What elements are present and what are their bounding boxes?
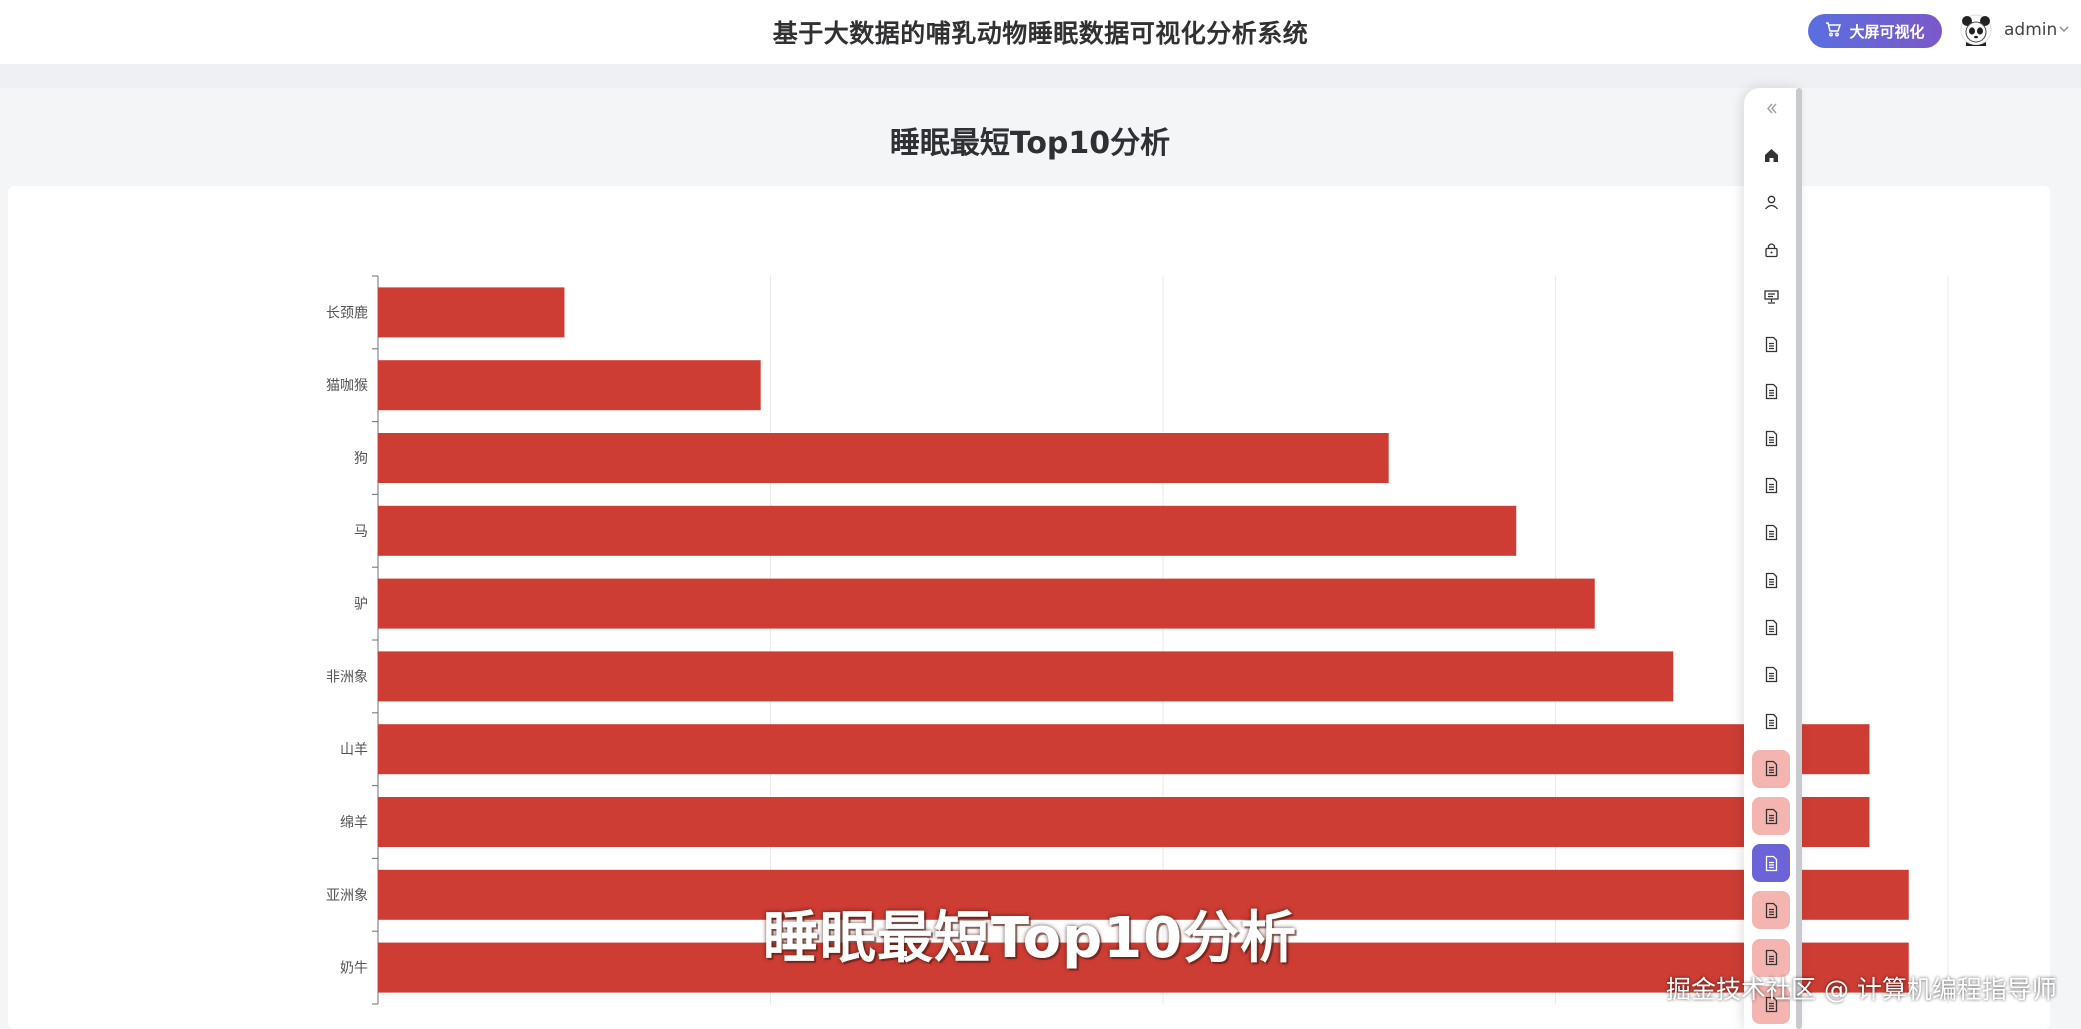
side-nav	[1744, 88, 1800, 1029]
y-tick-label: 驴	[354, 597, 368, 613]
document-icon	[1765, 619, 1777, 635]
side-nav-item[interactable]	[1752, 325, 1790, 363]
screen-icon	[1763, 290, 1779, 304]
bar	[378, 505, 1517, 556]
y-tick-label: 绵羊	[340, 814, 368, 831]
y-tick-label: 猫咖猴	[326, 378, 368, 394]
side-nav-item[interactable]	[1752, 278, 1790, 316]
video-caption: 睡眠最短Top10分析	[762, 906, 1298, 971]
bar	[378, 360, 761, 411]
y-tick-label: 狗	[354, 451, 368, 467]
side-nav-item[interactable]	[1752, 608, 1790, 646]
document-icon	[1765, 383, 1777, 399]
y-tick-label: 长颈鹿	[326, 304, 368, 321]
side-nav-item[interactable]	[1752, 749, 1790, 788]
document-icon	[1765, 808, 1777, 824]
watermark: 掘金技术社区 @ 计算机编程指导师	[1666, 975, 2057, 1004]
y-tick-label: 马	[354, 524, 368, 540]
side-nav-item[interactable]	[1752, 844, 1790, 883]
side-nav-item[interactable]	[1752, 372, 1790, 410]
side-nav-item[interactable]	[1752, 89, 1790, 127]
document-icon	[1765, 855, 1777, 871]
lock-icon	[1764, 243, 1778, 258]
y-tick-label: 非洲象	[326, 669, 368, 685]
side-nav-item[interactable]	[1752, 136, 1790, 174]
side-nav-item[interactable]	[1752, 231, 1790, 269]
document-icon	[1765, 525, 1777, 541]
side-nav-item[interactable]	[1752, 419, 1790, 457]
side-nav-item[interactable]	[1752, 655, 1790, 693]
bar	[378, 287, 565, 338]
document-icon	[1765, 477, 1777, 494]
document-icon	[1765, 761, 1777, 777]
document-icon	[1765, 713, 1777, 730]
document-icon	[1765, 336, 1777, 352]
side-nav-item[interactable]	[1752, 467, 1790, 505]
home-icon	[1764, 148, 1778, 162]
bar	[378, 797, 1870, 847]
collapse-icon	[1766, 103, 1777, 113]
document-icon	[1765, 430, 1777, 447]
user-icon	[1764, 195, 1778, 210]
document-icon	[1765, 572, 1777, 588]
bar	[378, 578, 1595, 629]
side-nav-item[interactable]	[1752, 183, 1790, 221]
bar	[378, 651, 1674, 702]
side-nav-item[interactable]	[1752, 561, 1790, 599]
bar	[378, 433, 1389, 483]
side-nav-item[interactable]	[1752, 514, 1790, 552]
document-icon	[1765, 666, 1777, 683]
y-tick-label: 山羊	[340, 742, 368, 758]
side-nav-item[interactable]	[1752, 703, 1790, 741]
side-nav-scrollbar[interactable]	[1796, 88, 1802, 1029]
side-nav-item[interactable]	[1752, 797, 1790, 835]
bar	[378, 724, 1870, 775]
